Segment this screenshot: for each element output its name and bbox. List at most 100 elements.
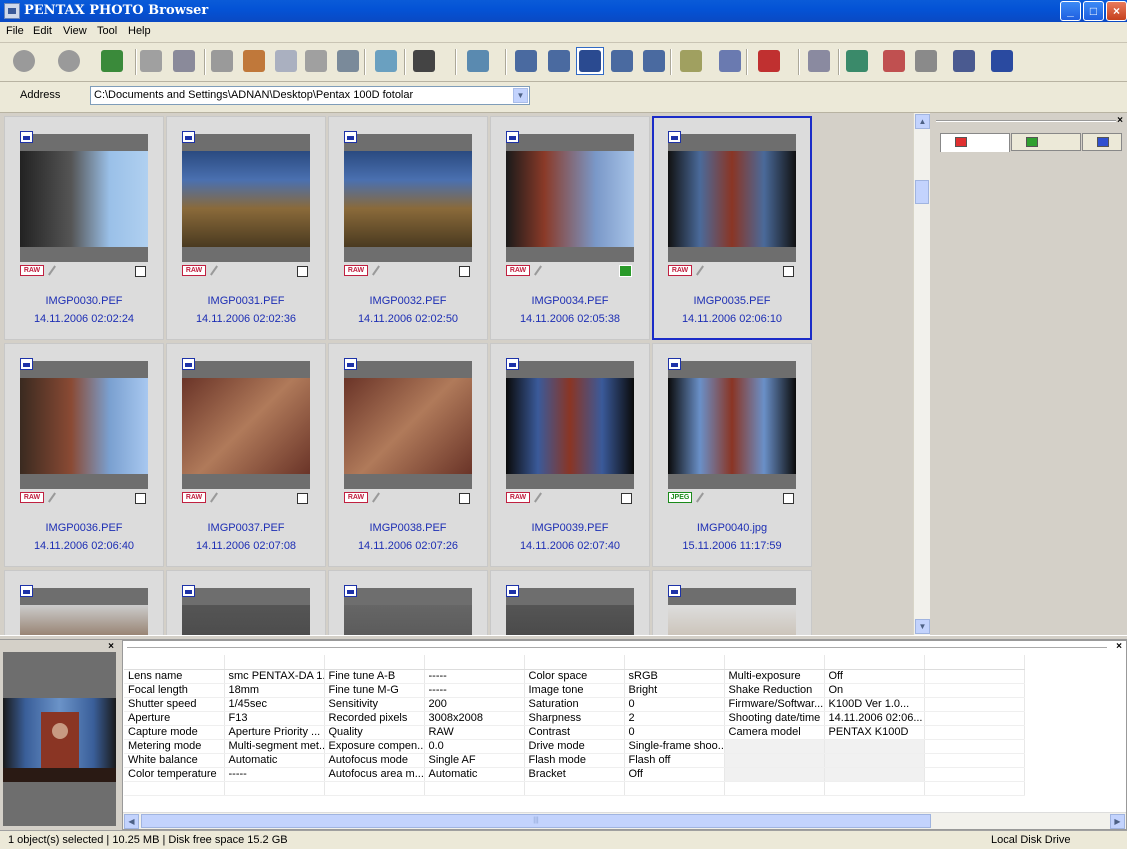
thumbnail-item[interactable]: RAW IMGP0039.PEF 14.11.2006 02:07:40 (490, 343, 650, 567)
maximize-button[interactable]: □ (1083, 1, 1104, 21)
info-value: ----- (424, 669, 525, 684)
info-filler (924, 669, 1025, 684)
print-icon[interactable] (464, 47, 492, 75)
close-icon[interactable]: × (1117, 115, 1123, 126)
view-icon[interactable] (410, 47, 438, 75)
thumbnail-image[interactable] (182, 361, 310, 489)
thumbnail-image[interactable] (344, 134, 472, 262)
thumbnail-image[interactable] (20, 588, 148, 635)
thumbnail-image[interactable] (668, 361, 796, 489)
tab-edit[interactable] (940, 133, 1010, 152)
select-checkbox[interactable] (783, 493, 794, 504)
delete-folder-icon[interactable] (170, 47, 198, 75)
thumbnail-item[interactable]: RAW IMGP0031.PEF 14.11.2006 02:02:36 (166, 116, 326, 340)
add-icon[interactable] (755, 47, 783, 75)
help-icon[interactable] (988, 47, 1016, 75)
thumbnail-item[interactable]: RAW IMGP0038.PEF 14.11.2006 02:07:26 (328, 343, 488, 567)
list-view-icon[interactable] (640, 47, 668, 75)
thumbnail-image[interactable] (506, 134, 634, 262)
thumbnail-item[interactable] (4, 570, 164, 635)
copy-icon[interactable] (272, 47, 300, 75)
forward-icon[interactable] (55, 47, 83, 75)
thumbnail-item[interactable] (490, 570, 650, 635)
detail-view-icon[interactable] (677, 47, 705, 75)
close-button[interactable]: × (1106, 1, 1127, 21)
menu-view[interactable]: View (63, 25, 87, 37)
thumbnail-item[interactable] (328, 570, 488, 635)
info-label: Shooting date/time (724, 711, 825, 726)
rename-icon[interactable] (137, 47, 165, 75)
medium-grid-icon[interactable] (545, 47, 573, 75)
compare-icon[interactable] (716, 47, 744, 75)
thumbnail-image[interactable] (506, 361, 634, 489)
up-folder-icon[interactable] (98, 47, 126, 75)
pencil-green-icon (1026, 137, 1038, 147)
info-label: Fine tune M-G (324, 683, 425, 698)
minimize-button[interactable]: _ (1060, 1, 1081, 21)
menu-edit[interactable]: Edit (33, 25, 52, 37)
file-name: IMGP0037.PEF (207, 522, 285, 534)
thumbnail-item[interactable]: RAW IMGP0036.PEF 14.11.2006 02:06:40 (4, 343, 164, 567)
select-checkbox[interactable] (297, 493, 308, 504)
select-checkbox[interactable] (297, 266, 308, 277)
file-type-badge: RAW (506, 492, 530, 503)
single-view-icon[interactable] (608, 47, 636, 75)
thumbnail-image[interactable] (344, 588, 472, 635)
menu-file[interactable]: File (6, 25, 24, 37)
status-right: Local Disk Drive (991, 834, 1071, 846)
trash-icon[interactable] (334, 47, 362, 75)
thumbnail-image[interactable] (344, 361, 472, 489)
back-icon[interactable] (10, 47, 38, 75)
color-icon[interactable] (912, 47, 940, 75)
thumbnail-item[interactable]: RAW IMGP0030.PEF 14.11.2006 02:02:24 (4, 116, 164, 340)
scroll-right-icon[interactable]: ▶ (1110, 814, 1125, 829)
rotate-icon[interactable] (208, 47, 236, 75)
thumbnail-item[interactable]: RAW IMGP0032.PEF 14.11.2006 02:02:50 (328, 116, 488, 340)
copy-to-icon[interactable] (805, 47, 833, 75)
thumbnail-image[interactable] (182, 134, 310, 262)
slideshow-icon[interactable] (372, 47, 400, 75)
tab-info[interactable] (1082, 133, 1122, 151)
thumbnail-item[interactable] (166, 570, 326, 635)
thumbnail-item[interactable]: JPEG IMGP0040.jpg 15.11.2006 11:17:59 (652, 343, 812, 567)
select-checkbox[interactable] (459, 266, 470, 277)
thumbnail-image[interactable] (506, 588, 634, 635)
small-grid-icon[interactable] (512, 47, 540, 75)
thumbnail-item[interactable] (652, 570, 812, 635)
scroll-left-icon[interactable]: ◀ (124, 814, 139, 829)
thumbnail-scrollbar[interactable]: ▲ ▼ (913, 113, 930, 635)
export-icon[interactable] (843, 47, 871, 75)
paste-icon[interactable] (302, 47, 330, 75)
thumbnail-image[interactable] (668, 134, 796, 262)
scroll-up-icon[interactable]: ▲ (915, 114, 930, 129)
thumbnail-image[interactable] (182, 588, 310, 635)
thumbnail-item[interactable]: RAW IMGP0037.PEF 14.11.2006 02:07:08 (166, 343, 326, 567)
scroll-thumb[interactable] (915, 180, 929, 204)
close-icon[interactable]: × (1116, 641, 1122, 652)
large-grid-icon[interactable] (576, 47, 604, 75)
close-icon[interactable]: × (108, 641, 114, 652)
thumbnail-image[interactable] (668, 588, 796, 635)
cut-icon[interactable] (240, 47, 268, 75)
scroll-thumb[interactable]: ||| (141, 814, 931, 828)
select-checkbox[interactable] (621, 493, 632, 504)
select-checkbox[interactable] (135, 493, 146, 504)
menu-tool[interactable]: Tool (97, 25, 117, 37)
info-value: 0 (624, 725, 725, 740)
menu-help[interactable]: Help (128, 25, 151, 37)
thumbnail-item[interactable]: RAW IMGP0034.PEF 14.11.2006 02:05:38 (490, 116, 650, 340)
tab-adjust[interactable] (1011, 133, 1081, 151)
thumbnail-item[interactable]: RAW IMGP0035.PEF 14.11.2006 02:06:10 (652, 116, 812, 340)
select-checkbox[interactable] (135, 266, 146, 277)
info-value: Off (624, 767, 725, 782)
thumbnail-image[interactable] (20, 134, 148, 262)
thumbnail-image[interactable] (20, 361, 148, 489)
info-scrollbar[interactable]: ◀ ||| ▶ (123, 812, 1126, 829)
settings-icon[interactable] (950, 47, 978, 75)
select-checkbox[interactable] (783, 266, 794, 277)
scroll-down-icon[interactable]: ▼ (915, 619, 930, 634)
select-checkbox[interactable] (459, 493, 470, 504)
address-input[interactable]: C:\Documents and Settings\ADNAN\Desktop\… (90, 86, 530, 105)
chevron-down-icon[interactable]: ▼ (513, 88, 528, 103)
lab-icon[interactable] (880, 47, 908, 75)
